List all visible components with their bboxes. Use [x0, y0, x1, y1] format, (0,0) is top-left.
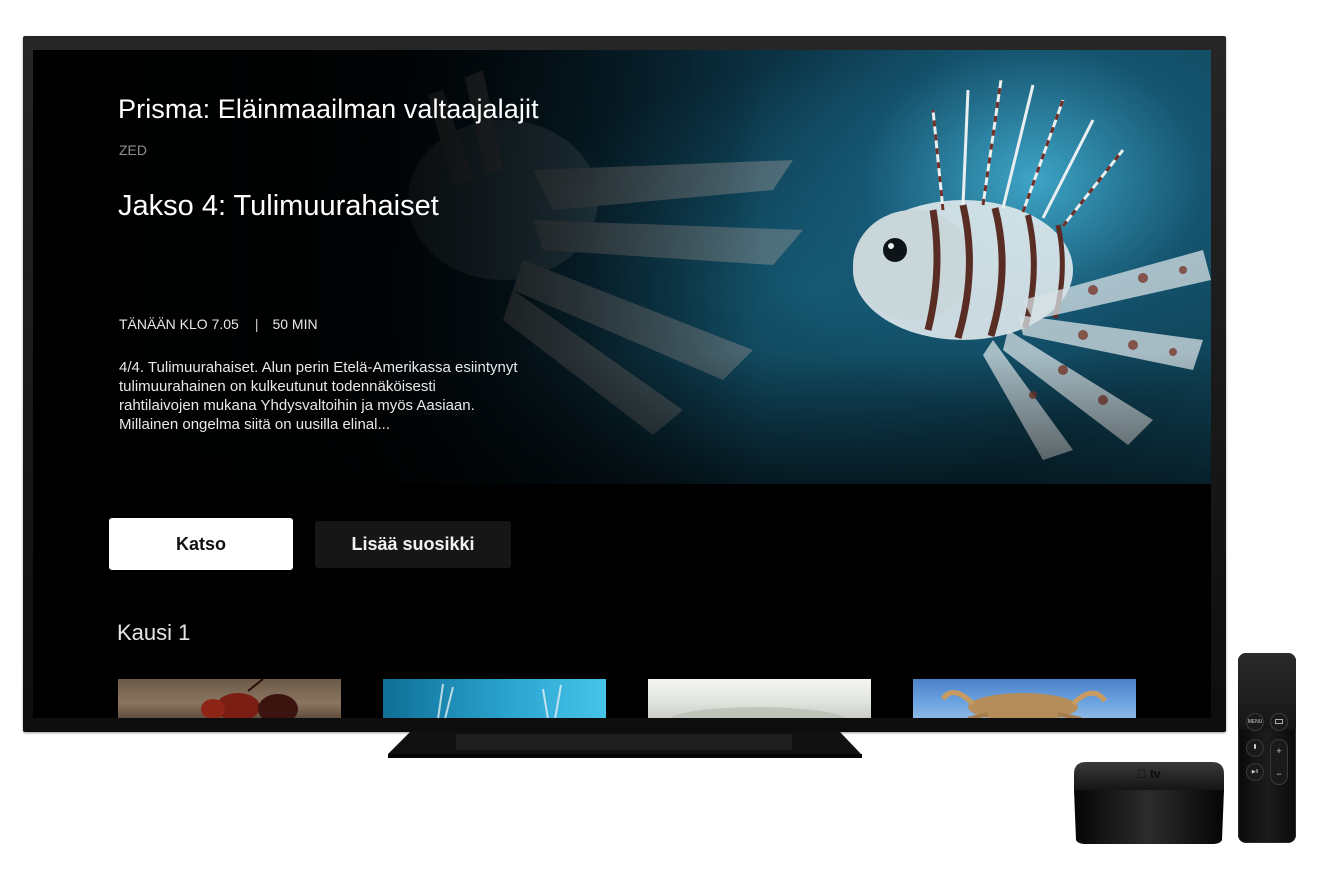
siri-remote: MENU ▶II + −: [1238, 653, 1296, 843]
episode-description: 4/4. Tulimuurahaiset. Alun perin Etelä-A…: [119, 359, 518, 433]
misty-landscape-illustration: [670, 707, 846, 718]
tv-stand: [388, 732, 862, 758]
season-label: Kausi 1: [117, 620, 191, 645]
duration-label: 50 MIN: [272, 316, 318, 332]
add-favorite-button[interactable]: Lisää suosikki: [315, 521, 511, 568]
crab-illustration: [940, 690, 1108, 718]
tv-screen: Prisma: Eläinmaailman valtaajalajit ZED …: [33, 50, 1211, 718]
tv-icon: [1270, 713, 1288, 731]
lionfish-thumbnail-illustration: [437, 683, 562, 718]
volume-rocker: + −: [1270, 739, 1288, 785]
fire-ant-illustration: [201, 679, 298, 718]
watch-button[interactable]: Katso: [109, 518, 293, 570]
episode-thumbnail-4[interactable]: [913, 679, 1136, 718]
episode-meta: TÄNÄÄN KLO 7.05 | 50 MIN: [119, 316, 318, 332]
episode-thumbnail-1[interactable]: [118, 679, 341, 718]
apple-tv-box:  tv: [1074, 762, 1224, 844]
play-pause-button: ▶II: [1246, 763, 1264, 781]
svg-text: tv:  tv: [1137, 767, 1160, 781]
volume-down-label: −: [1276, 768, 1282, 779]
microphone-icon: [1246, 739, 1264, 757]
volume-up-label: +: [1276, 745, 1282, 756]
channel-label: ZED: [119, 142, 147, 158]
airtime-label: TÄNÄÄN KLO 7.05: [119, 316, 239, 332]
meta-separator: |: [254, 316, 259, 332]
remote-menu-button: MENU: [1246, 713, 1264, 731]
episode-thumbnail-2[interactable]: [383, 679, 606, 718]
show-title: Prisma: Eläinmaailman valtaajalajit: [118, 94, 539, 124]
episode-thumbnail-3[interactable]: [648, 679, 871, 718]
episode-title: Jakso 4: Tulimuurahaiset: [118, 190, 439, 222]
